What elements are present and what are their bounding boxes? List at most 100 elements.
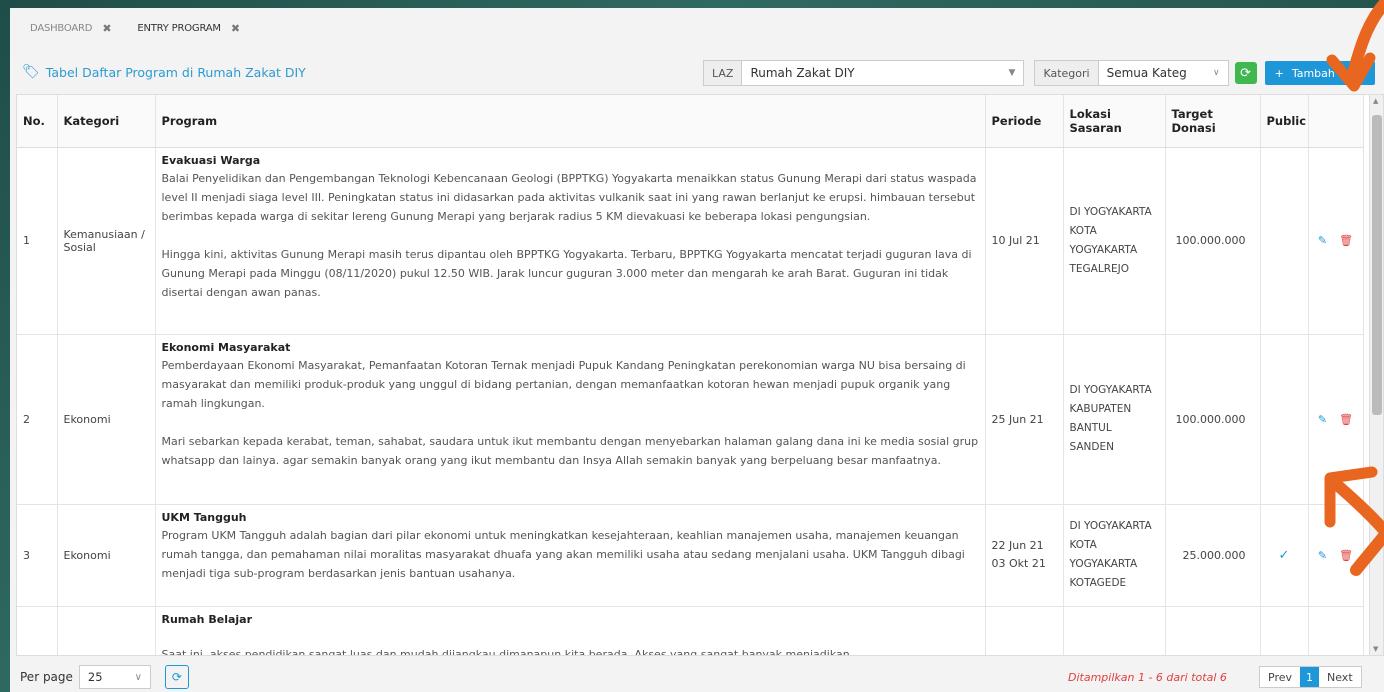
page-title: 🏷 Tabel Daftar Program di Rumah Zakat DI… xyxy=(22,64,306,80)
scroll-up-icon[interactable]: ▲ xyxy=(1373,97,1378,105)
program-title: Ekonomi Masyarakat xyxy=(161,340,291,354)
vertical-scrollbar[interactable]: ▲ ▼ xyxy=(1369,95,1383,655)
laz-select-value: Rumah Zakat DIY xyxy=(750,66,855,80)
chevron-down-icon: ∨ xyxy=(134,671,142,683)
per-page-value: 25 xyxy=(87,670,103,684)
main-panel: DASHBOARD ✖ ENTRY PROGRAM ✖ 🏷 Tabel Daft… xyxy=(10,8,1384,692)
program-desc: Saat ini, akses pendidikan sangat luas d… xyxy=(161,647,850,656)
table-row: Rumah Belajar Saat ini, akses pendidikan… xyxy=(17,606,1364,656)
cell-no: 1 xyxy=(17,147,58,335)
cell-actions: ✎ 🗑 xyxy=(1308,147,1364,335)
program-title: Rumah Belajar xyxy=(161,612,253,626)
col-target: Target Donasi xyxy=(1165,95,1261,148)
cell-program: UKM Tangguh Program UKM Tangguh adalah b… xyxy=(155,504,986,607)
per-page: Per page 25 ∨ ⟳ xyxy=(20,665,189,689)
cell-program: Ekonomi Masyarakat Pemberdayaan Ekonomi … xyxy=(155,334,986,505)
program-desc: Mari sebarkan kepada kerabat, teman, sah… xyxy=(161,434,979,467)
cell-actions xyxy=(1308,606,1364,655)
refresh-icon: ⟳ xyxy=(171,670,182,684)
col-no: No. xyxy=(17,95,58,148)
tab-entry-program[interactable]: ENTRY PROGRAM ✖ xyxy=(137,22,240,35)
cell-target: 25.000.000 xyxy=(1165,504,1261,607)
add-data-label: Tambah Data xyxy=(1291,66,1365,80)
col-actions xyxy=(1308,95,1364,148)
prev-button[interactable]: Prev xyxy=(1260,667,1300,687)
pagination: Prev 1 Next xyxy=(1259,666,1362,688)
kategori-label: Kategori xyxy=(1034,60,1099,86)
tab-label: ENTRY PROGRAM xyxy=(137,23,221,34)
table-footer: Per page 25 ∨ ⟳ Ditampilkan 1 - 6 dari t… xyxy=(10,662,1384,692)
table-row: 1 Kemanusiaan / Sosial Evakuasi Warga Ba… xyxy=(17,147,1364,335)
table-row: 3 Ekonomi UKM Tangguh Program UKM Tanggu… xyxy=(17,504,1364,607)
chevron-down-icon: ∨ xyxy=(1213,68,1220,78)
refresh-button[interactable]: ⟳ xyxy=(1234,62,1257,84)
chevron-down-icon: ▼ xyxy=(1008,68,1016,78)
close-icon[interactable]: ✖ xyxy=(231,22,240,35)
cell-target xyxy=(1165,606,1261,655)
program-desc: Pemberdayaan Ekonomi Masyarakat, Pemanfa… xyxy=(161,358,966,410)
tab-label: DASHBOARD xyxy=(30,23,93,34)
cell-public xyxy=(1260,147,1309,335)
cell-no: 3 xyxy=(17,504,58,607)
add-data-button[interactable]: + Tambah Data xyxy=(1264,61,1375,85)
cell-no xyxy=(17,606,58,655)
scroll-down-icon[interactable]: ▼ xyxy=(1373,645,1378,653)
page-title-text: Tabel Daftar Program di Rumah Zakat DIY xyxy=(45,64,306,80)
refresh-table-button[interactable]: ⟳ xyxy=(164,665,189,689)
pencil-icon[interactable]: ✎ xyxy=(1318,549,1327,562)
kategori-select-value: Semua Kateg xyxy=(1106,66,1187,80)
program-desc: Balai Penyelidikan dan Pengembangan Tekn… xyxy=(161,171,977,223)
cell-public xyxy=(1260,606,1309,655)
cell-periode xyxy=(985,606,1064,655)
kategori-select[interactable]: Semua Kateg ∨ xyxy=(1098,60,1229,86)
cell-periode: 10 Jul 21 xyxy=(985,147,1064,335)
tag-icon: 🏷 xyxy=(22,64,40,80)
page-button-current[interactable]: 1 xyxy=(1300,667,1319,687)
tab-bar: DASHBOARD ✖ ENTRY PROGRAM ✖ xyxy=(30,22,240,35)
check-circle-icon: ✓ xyxy=(1260,504,1309,607)
close-icon[interactable]: ✖ xyxy=(102,22,111,35)
cell-no: 2 xyxy=(17,334,58,505)
cell-public xyxy=(1260,334,1309,505)
program-title: Evakuasi Warga xyxy=(161,153,261,167)
cell-kategori: Kemanusiaan / Sosial xyxy=(57,147,156,335)
col-lokasi: Lokasi Sasaran xyxy=(1063,95,1166,148)
laz-select[interactable]: Rumah Zakat DIY ▼ xyxy=(742,60,1025,86)
col-public: Public xyxy=(1260,95,1309,148)
table-header: No. Kategori Program Periode Lokasi Sasa… xyxy=(17,95,1364,148)
per-page-label: Per page xyxy=(20,670,73,684)
cell-kategori: Ekonomi xyxy=(57,334,156,505)
pencil-icon[interactable]: ✎ xyxy=(1318,234,1327,247)
laz-label: LAZ xyxy=(703,60,743,86)
cell-lokasi: DI YOGYAKARTA KOTA YOGYAKARTA TEGALREJO xyxy=(1063,147,1166,335)
cell-lokasi xyxy=(1063,606,1166,655)
filter-bar: LAZ Rumah Zakat DIY ▼ Kategori Semua Kat… xyxy=(703,60,1375,86)
plus-icon: + xyxy=(1274,66,1284,80)
cell-program: Evakuasi Warga Balai Penyelidikan dan Pe… xyxy=(155,147,986,335)
next-button[interactable]: Next xyxy=(1319,667,1361,687)
cell-kategori xyxy=(57,606,156,655)
cell-target: 100.000.000 xyxy=(1165,147,1261,335)
program-desc: Program UKM Tangguh adalah bagian dari p… xyxy=(161,528,965,580)
cell-actions: ✎ 🗑 xyxy=(1308,504,1364,607)
program-title: UKM Tangguh xyxy=(161,510,247,524)
trash-icon[interactable]: 🗑 xyxy=(1339,413,1353,426)
per-page-select[interactable]: 25 ∨ xyxy=(78,665,151,689)
table-row: 2 Ekonomi Ekonomi Masyarakat Pemberdayaa… xyxy=(17,334,1364,505)
scrollbar-thumb[interactable] xyxy=(1372,115,1382,415)
col-program: Program xyxy=(155,95,986,148)
program-desc: Hingga kini, aktivitas Gunung Merapi mas… xyxy=(161,247,972,299)
trash-icon[interactable]: 🗑 xyxy=(1339,549,1353,562)
cell-lokasi: DI YOGYAKARTA KABUPATEN BANTUL SANDEN xyxy=(1063,334,1166,505)
pencil-icon[interactable]: ✎ xyxy=(1318,413,1327,426)
col-periode: Periode xyxy=(985,95,1064,148)
trash-icon[interactable]: 🗑 xyxy=(1339,234,1353,247)
cell-target: 100.000.000 xyxy=(1165,334,1261,505)
cell-periode: 25 Jun 21 xyxy=(985,334,1064,505)
cell-program: Rumah Belajar Saat ini, akses pendidikan… xyxy=(155,606,986,656)
pagination-info: Ditampilkan 1 - 6 dari total 6 xyxy=(1068,670,1227,684)
cell-lokasi: DI YOGYAKARTA KOTA YOGYAKARTA KOTAGEDE xyxy=(1063,504,1166,607)
tab-dashboard[interactable]: DASHBOARD ✖ xyxy=(30,22,112,35)
cell-periode: 22 Jun 21 03 Okt 21 xyxy=(985,504,1064,607)
program-table: No. Kategori Program Periode Lokasi Sasa… xyxy=(16,94,1384,656)
